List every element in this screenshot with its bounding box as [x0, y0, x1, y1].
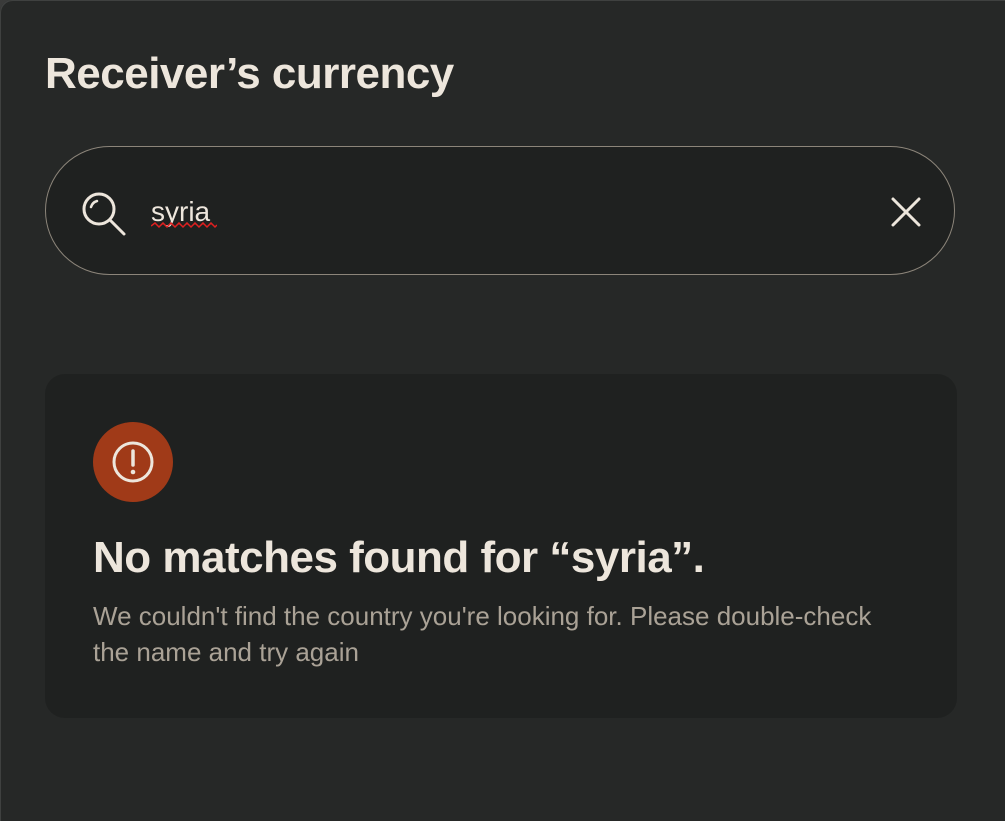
page-title: Receiver’s currency: [45, 49, 454, 98]
alert-circle-icon: [112, 441, 154, 483]
search-icon: [82, 192, 126, 236]
no-matches-message: We couldn't find the country you're look…: [93, 601, 872, 667]
no-matches-headline: No matches found for “syria”.: [93, 533, 705, 582]
spellcheck-underline: [151, 222, 217, 229]
close-icon[interactable]: [886, 192, 926, 232]
alert-badge: [93, 422, 173, 502]
search-input[interactable]: [151, 190, 851, 234]
currency-picker-panel: Receiver’s currency No matches found for…: [0, 0, 1005, 821]
